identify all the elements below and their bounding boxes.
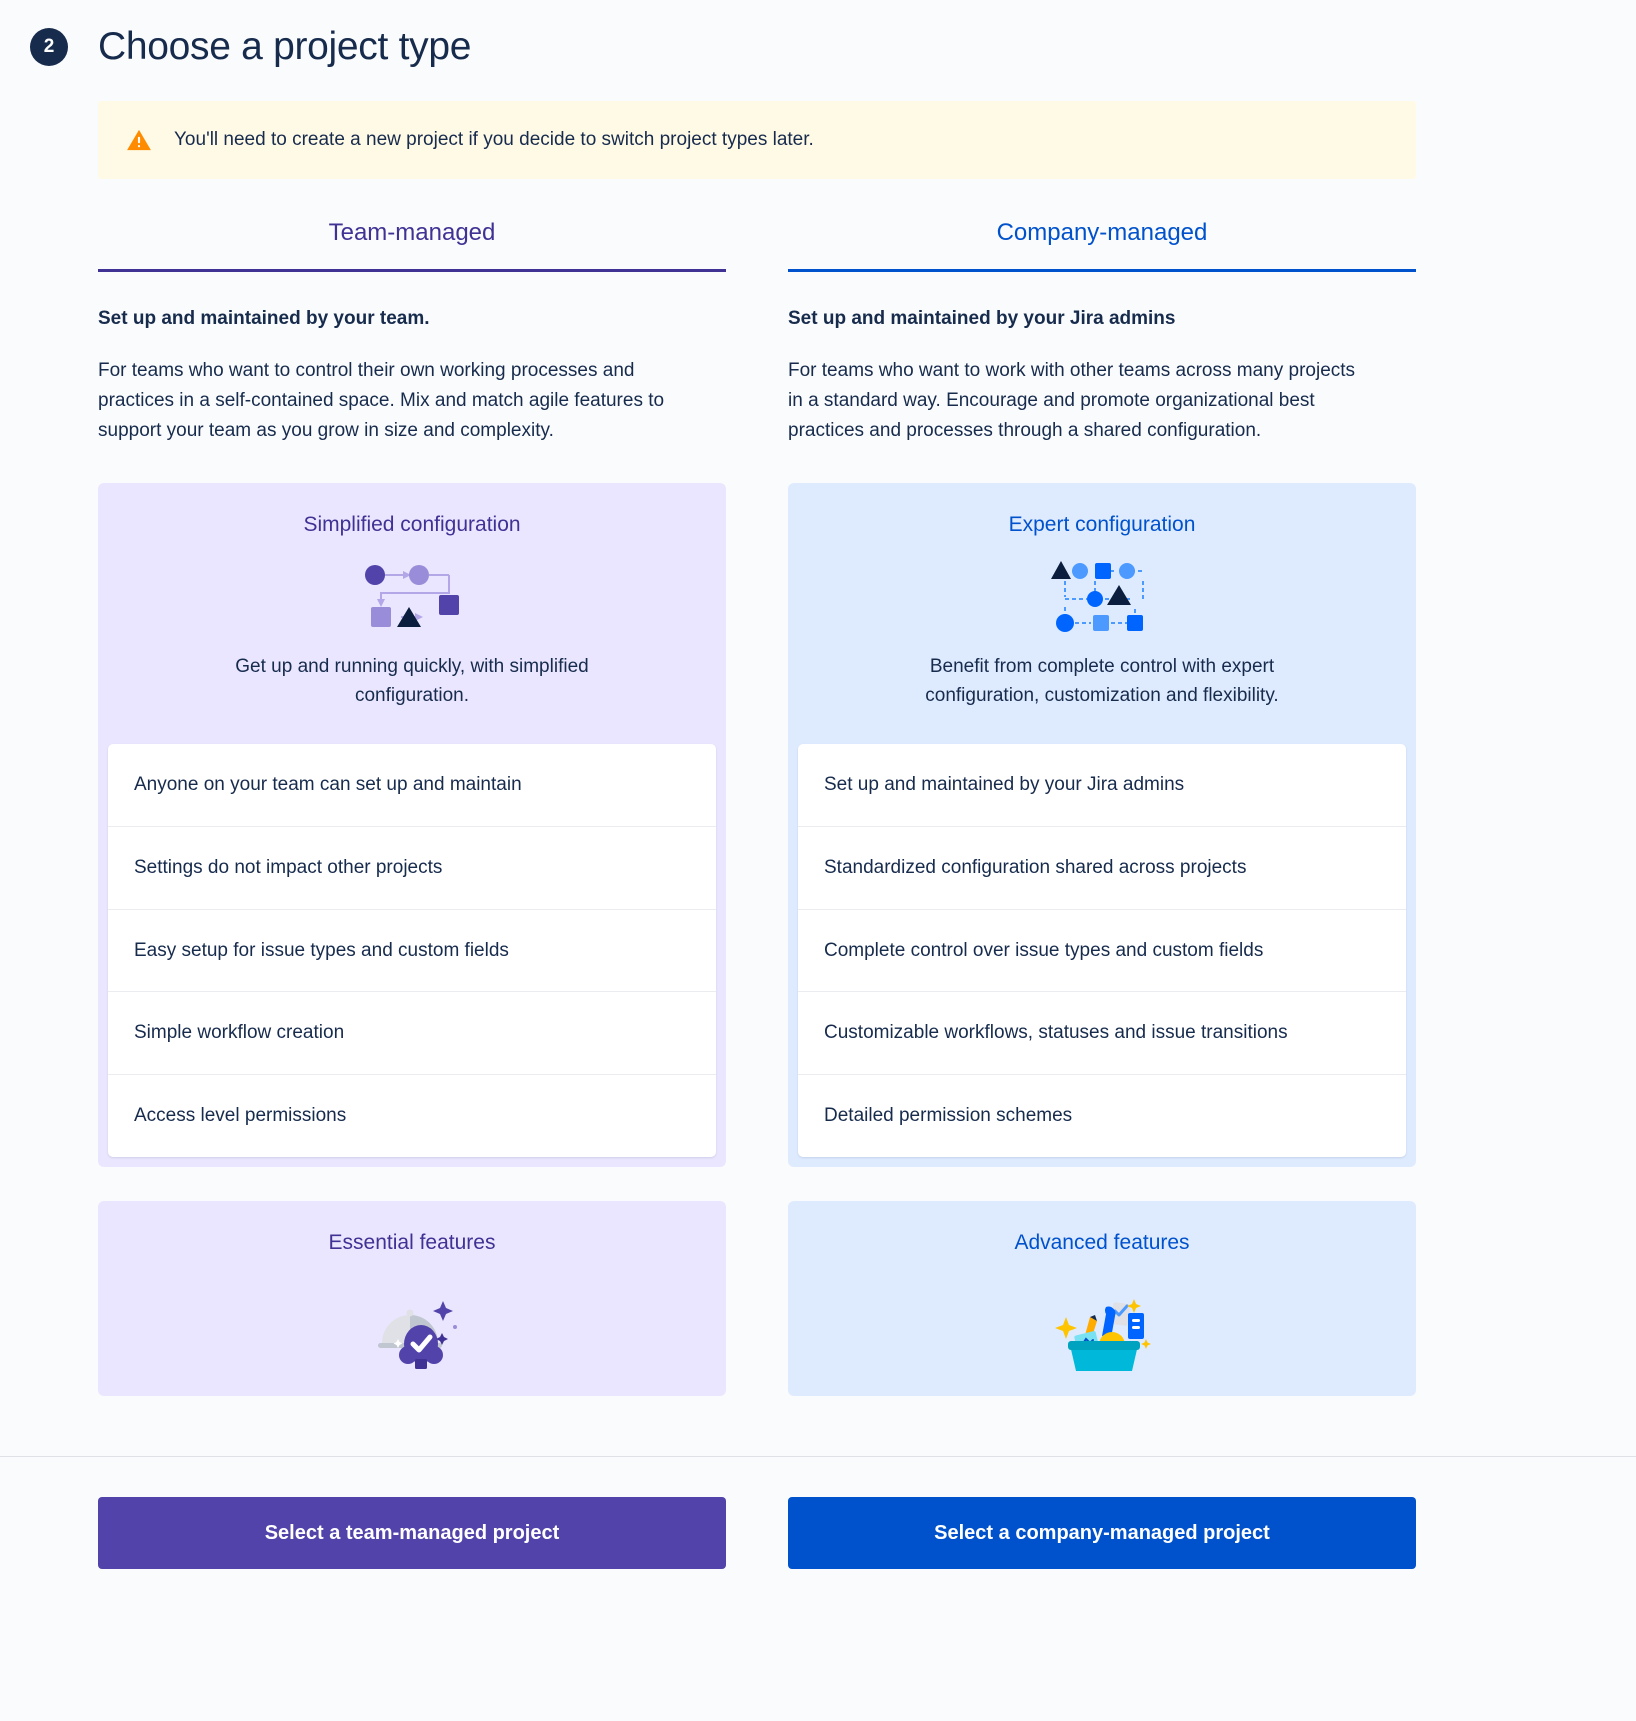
advanced-features-card: Advanced features [788, 1200, 1416, 1396]
warning-triangle-icon [127, 130, 151, 151]
select-company-managed-project-button[interactable]: Select a company-managed project [788, 1497, 1416, 1569]
simplified-configuration-title: Simplified configuration [303, 513, 521, 537]
project-type-chooser-page: 2 Choose a project type You'll need to c… [0, 0, 1636, 1721]
advanced-features-title: Advanced features [1014, 1230, 1190, 1254]
list-item: Set up and maintained by your Jira admin… [798, 744, 1406, 827]
warning-message: You'll need to create a new project if y… [174, 128, 814, 150]
list-item: Detailed permission schemes [824, 1104, 1073, 1126]
company-config-top: Expert configuration Benefit from comple… [788, 483, 1416, 736]
project-type-columns: Team-managed Set up and maintained by yo… [0, 219, 1636, 1396]
select-team-managed-project-button[interactable]: Select a team-managed project [98, 1497, 726, 1569]
list-item: Complete control over issue types and cu… [798, 910, 1406, 993]
essential-features-card: Essential features [98, 1200, 726, 1396]
page-title: Choose a project type [98, 25, 472, 68]
advanced-features-illustration-icon [1055, 1298, 1151, 1371]
switch-project-type-warning-banner: You'll need to create a new project if y… [98, 100, 1416, 180]
list-item: Standardized configuration shared across… [798, 827, 1406, 910]
column-team-managed: Team-managed Set up and maintained by yo… [98, 219, 726, 1396]
step-number-badge: 2 [30, 28, 68, 67]
list-item: Access level permissions [134, 1104, 347, 1126]
company-managed-feature-list: Set up and maintained by your Jira admin… [798, 744, 1406, 1157]
footer-action-bar: Select a team-managed project Select a c… [0, 1456, 1636, 1721]
tab-team-managed[interactable]: Team-managed [98, 219, 726, 269]
list-item: Customizable workflows, statuses and iss… [798, 992, 1406, 1075]
list-item: Easy setup for issue types and custom fi… [108, 910, 716, 993]
expert-configuration-subtitle: Benefit from complete control with exper… [925, 656, 1279, 706]
team-managed-description: For teams who want to control their own … [98, 360, 665, 441]
expert-configuration-title: Expert configuration [1008, 513, 1196, 537]
tab-company-managed[interactable]: Company-managed [788, 219, 1416, 269]
page-header: 2 Choose a project type [0, 0, 1636, 69]
list-item: Settings do not impact other projects [108, 827, 716, 910]
list-item: Anyone on your team can set up and maint… [108, 744, 716, 827]
essential-features-title: Essential features [328, 1230, 496, 1254]
team-managed-heading: Set up and maintained by your team. [98, 308, 430, 330]
simplified-workflow-diagram-icon [365, 565, 459, 628]
tab-underline-company-managed [788, 269, 1416, 273]
team-managed-feature-list: Anyone on your team can set up and maint… [108, 744, 716, 1157]
company-managed-config-card: Expert configuration Benefit from comple… [788, 483, 1416, 1167]
team-managed-config-card: Simplified configuration Get up and runn… [98, 483, 726, 1167]
company-managed-heading: Set up and maintained by your Jira admin… [788, 308, 1176, 330]
company-managed-description: For teams who want to work with other te… [788, 360, 1356, 441]
simplified-configuration-subtitle: Get up and running quickly, with simplif… [235, 656, 589, 706]
expert-workflow-diagram-icon [1051, 561, 1144, 633]
list-item: Simple workflow creation [108, 992, 716, 1075]
essential-features-illustration-icon [378, 1300, 457, 1369]
column-company-managed: Company-managed Set up and maintained by… [788, 219, 1416, 1396]
tab-underline-team-managed [98, 269, 726, 273]
team-config-top: Simplified configuration Get up and runn… [98, 483, 726, 736]
